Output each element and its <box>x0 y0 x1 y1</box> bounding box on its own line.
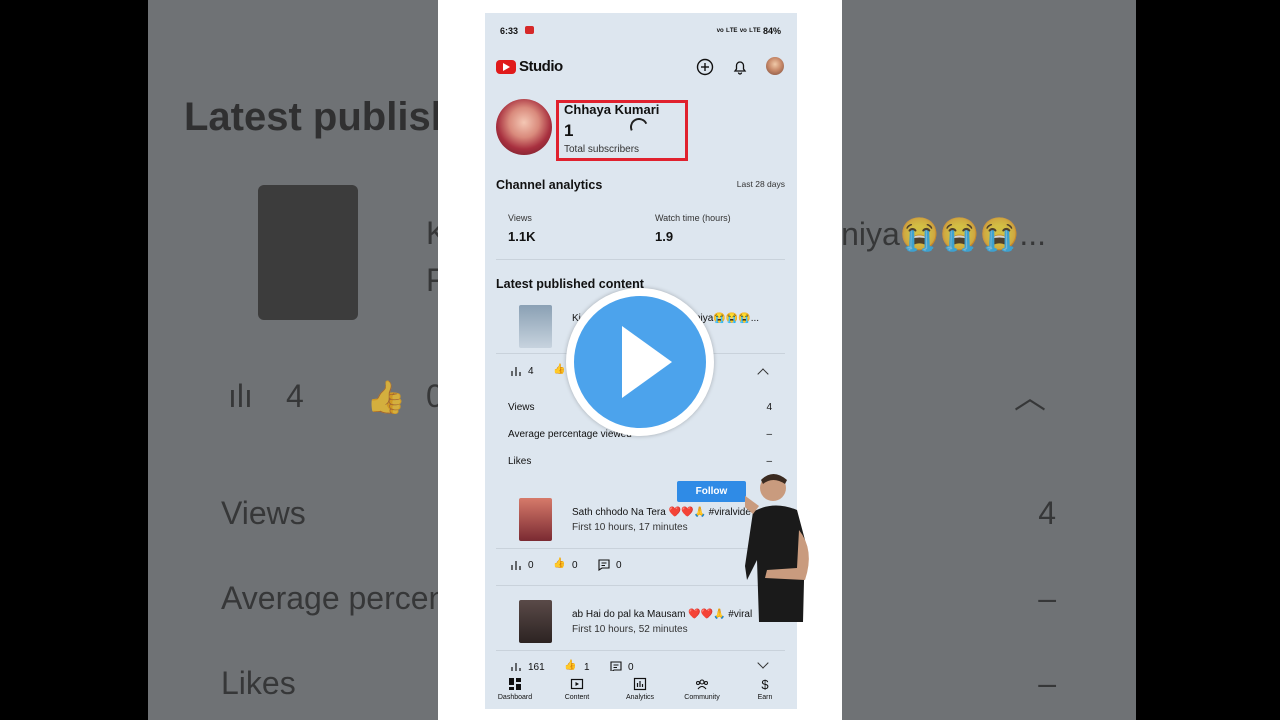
background-heading: Latest publish <box>184 95 456 139</box>
divider <box>496 259 785 260</box>
nav-label: Analytics <box>625 694 654 701</box>
detail-views-value: 4 <box>766 402 772 413</box>
nav-content[interactable]: Content <box>551 677 603 701</box>
background-row-views-value: 4 <box>1038 495 1056 531</box>
background-row-likes: Likes <box>221 665 296 701</box>
presenter-figure <box>745 474 809 622</box>
analytics-icon <box>633 677 647 691</box>
status-right: ᵛᵒ ᴸᵀᴱ ᵛᵒ ᴸᵀᴱ 84% <box>716 26 781 36</box>
account-avatar[interactable] <box>766 57 784 75</box>
community-icon <box>696 679 708 690</box>
watch-time-label: Watch time (hours) <box>655 213 731 223</box>
highlight-box <box>556 100 688 161</box>
nav-community[interactable]: Community <box>676 677 728 701</box>
views-bar-icon <box>511 367 521 376</box>
latest-title: Latest published content <box>496 277 644 291</box>
collapse-chevron-icon[interactable] <box>757 368 769 380</box>
video-thumbnail[interactable] <box>519 600 552 643</box>
views-value: 1.1K <box>508 229 536 244</box>
video-thumbnail[interactable] <box>519 498 552 541</box>
channel-avatar[interactable] <box>496 99 552 155</box>
background-views-count: 4 <box>286 378 304 414</box>
bottom-nav: Dashboard Content Analytics Community $ … <box>485 671 797 709</box>
status-bar: 6:33 ᵛᵒ ᴸᵀᴱ ᵛᵒ ᴸᵀᴱ 84% <box>485 13 797 47</box>
detail-average-value: – <box>766 429 772 440</box>
analytics-period: Last 28 days <box>736 179 785 189</box>
divider <box>496 548 785 549</box>
status-time: 6:33 <box>500 26 519 36</box>
background-row-likes-value: – <box>1038 665 1056 701</box>
video-subtitle: First 10 hours, 52 minutes <box>572 624 688 635</box>
background-row-views: Views <box>221 495 306 531</box>
video-views: 0 <box>528 560 534 571</box>
background-title-right: niya😭😭😭... <box>841 216 1046 252</box>
dollar-icon: $ <box>761 677 769 691</box>
play-button-icon[interactable] <box>566 288 714 436</box>
nav-label: Content <box>564 694 590 701</box>
nav-label: Dashboard <box>497 694 533 701</box>
like-icon: 👍 <box>553 558 566 569</box>
video-title-right[interactable]: niya😭😭😭... <box>695 313 759 324</box>
background-collapse-icon: ︿ <box>1013 379 1046 415</box>
divider <box>496 650 785 651</box>
background-row-average-value: – <box>1038 580 1056 616</box>
video-subtitle: First 10 hours, 17 minutes <box>572 522 688 533</box>
views-bar-icon <box>511 561 521 570</box>
background-row-average: Average percen <box>221 580 447 616</box>
video-title[interactable]: Sath chhodo Na Tera ❤️❤️🙏 #viralvide <box>572 507 751 518</box>
divider <box>496 585 785 586</box>
create-icon[interactable] <box>696 58 714 76</box>
nav-label: Earn <box>757 694 773 701</box>
video-thumbnail[interactable] <box>519 305 552 348</box>
nav-dashboard[interactable]: Dashboard <box>489 677 541 701</box>
app-header: Studio <box>485 51 797 85</box>
views-label: Views <box>508 213 532 223</box>
video-likes: 0 <box>572 560 578 571</box>
background-thumbnail <box>258 185 358 320</box>
nav-analytics[interactable]: Analytics <box>614 677 666 701</box>
brand-title: Studio <box>519 58 563 75</box>
background-views-icon: ılı <box>228 378 253 414</box>
follow-button[interactable]: Follow <box>677 481 746 502</box>
nav-earn[interactable]: $ Earn <box>739 677 791 701</box>
like-icon: 👍 <box>564 660 577 671</box>
nav-label: Community <box>684 694 720 701</box>
analytics-title: Channel analytics <box>496 178 603 192</box>
dashboard-icon <box>509 678 521 690</box>
detail-likes-value: – <box>766 456 772 467</box>
video-title[interactable]: ab Hai do pal ka Mausam ❤️❤️🙏 #viral <box>572 609 752 620</box>
like-icon: 👍 <box>553 364 566 375</box>
expand-chevron-icon[interactable] <box>757 657 769 669</box>
background-like-icon: 👍 <box>366 379 406 415</box>
bell-icon[interactable] <box>731 58 749 76</box>
svg-text:$: $ <box>761 677 769 691</box>
video-comments: 0 <box>616 560 622 571</box>
detail-likes-label: Likes <box>508 456 532 467</box>
video-views: 4 <box>528 366 534 377</box>
comment-icon <box>598 559 610 571</box>
watch-time-value: 1.9 <box>655 229 674 244</box>
screen-record-icon <box>525 26 534 34</box>
youtube-logo-icon[interactable] <box>496 60 516 74</box>
detail-views-label: Views <box>508 402 535 413</box>
content-icon <box>570 678 584 690</box>
